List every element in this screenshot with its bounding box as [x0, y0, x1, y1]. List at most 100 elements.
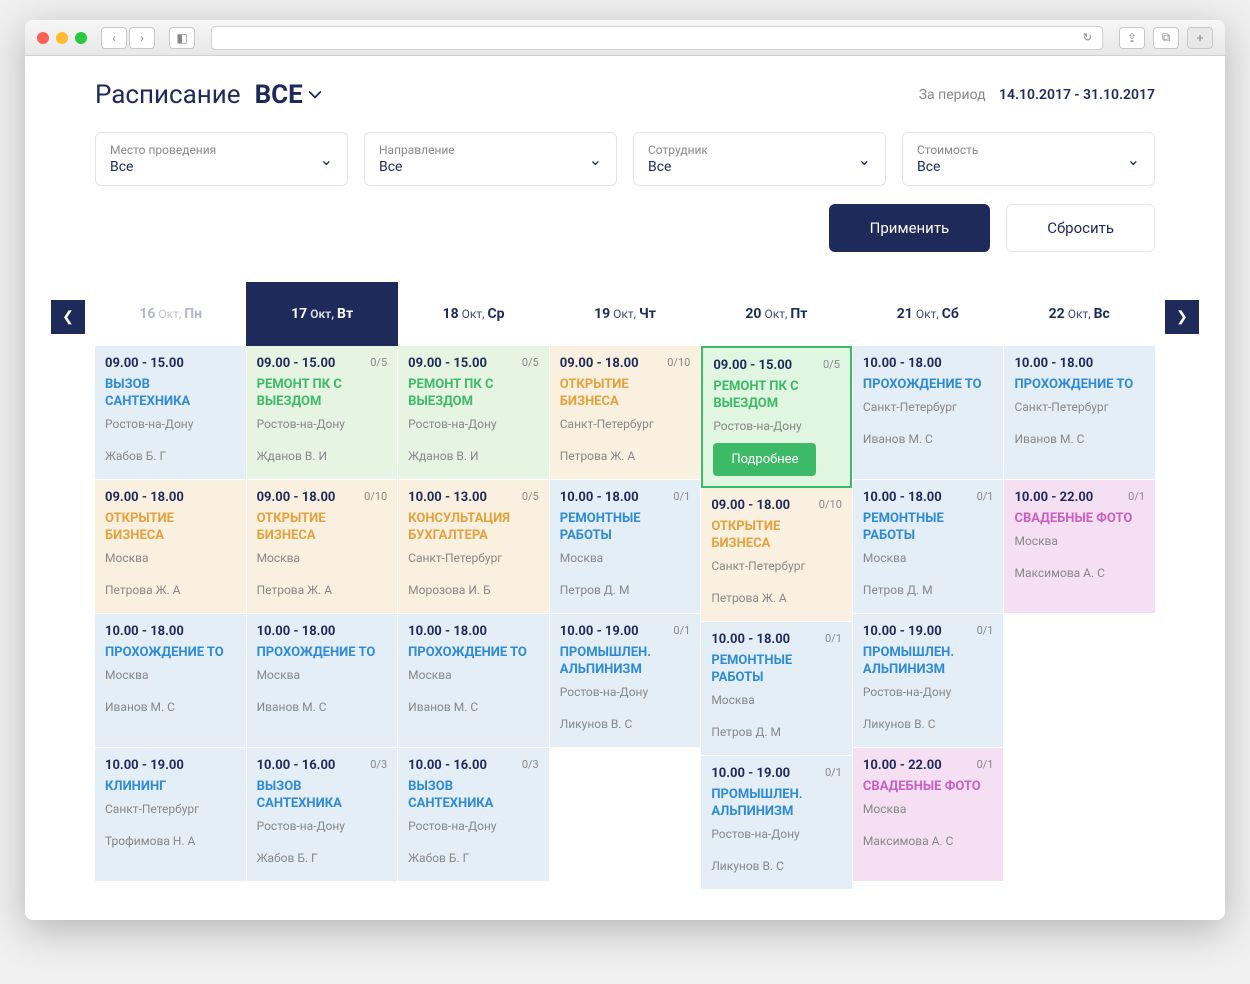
forward-button[interactable]: ›	[129, 27, 155, 49]
card-person: Жабов Б. Г	[408, 851, 539, 865]
card-time: 10.00 - 18.00	[863, 356, 994, 371]
event-card[interactable]: 10.00 - 22.00 0/1 СВАДЕБНЫЕ ФОТО Москва …	[853, 748, 1004, 882]
card-person: Трофимова Н. А	[105, 834, 236, 848]
filter-2[interactable]: Сотрудник Все ⌄	[633, 132, 886, 186]
back-button[interactable]: ‹	[101, 27, 127, 49]
card-city: Ростов-на-Дону	[257, 819, 388, 833]
card-title: КЛИНИНГ	[105, 779, 236, 796]
chevron-down-icon: ⌄	[858, 150, 871, 169]
card-time: 09.00 - 15.00	[713, 358, 840, 373]
event-card[interactable]: 10.00 - 18.00 0/1 РЕМОНТНЫЕ РАБОТЫ Москв…	[550, 480, 701, 614]
event-card[interactable]: 09.00 - 18.00 0/10 ОТКРЫТИЕ БИЗНЕСА Моск…	[247, 480, 398, 614]
card-city: Москва	[257, 668, 388, 682]
day-column: 10.00 - 18.00 ПРОХОЖДЕНИЕ ТО Санкт-Петер…	[852, 346, 1004, 890]
event-card[interactable]: 09.00 - 18.00 0/10 ОТКРЫТИЕ БИЗНЕСА Санк…	[701, 488, 852, 622]
day-header[interactable]: 19Окт,Чт	[549, 282, 700, 346]
url-bar[interactable]: ↻	[211, 26, 1103, 50]
event-card[interactable]: 10.00 - 18.00 0/1 РЕМОНТНЫЕ РАБОТЫ Москв…	[701, 622, 852, 756]
event-card[interactable]: 10.00 - 22.00 0/1 СВАДЕБНЫЕ ФОТО Москва …	[1004, 480, 1155, 614]
card-time: 09.00 - 15.00	[257, 356, 388, 371]
event-card[interactable]: 10.00 - 16.00 0/3 ВЫЗОВ САНТЕХНИКА Росто…	[398, 748, 549, 882]
card-person: Ликунов В. С	[711, 859, 842, 873]
next-week-button[interactable]: ❯	[1165, 300, 1199, 334]
scope-dropdown[interactable]: ВСЕ	[255, 80, 321, 110]
card-time: 10.00 - 18.00	[1014, 356, 1145, 371]
card-person: Петров Д. М	[560, 583, 691, 597]
titlebar: ‹ › ◧ ↻ ⇪ ⧉ +	[25, 20, 1225, 56]
minimize-icon[interactable]	[56, 32, 68, 44]
day-number: 22	[1049, 306, 1065, 322]
card-person: Максимова А. С	[863, 834, 994, 848]
period-range: За период 14.10.2017 - 31.10.2017	[919, 87, 1155, 103]
event-card[interactable]: 09.00 - 15.00 0/5 РЕМОНТ ПК С ВЫЕЗДОМ Ро…	[247, 346, 398, 480]
card-title: СВАДЕБНЫЕ ФОТО	[1014, 511, 1145, 528]
tabs-button[interactable]: ⧉	[1153, 27, 1179, 49]
sidebar-toggle[interactable]: ◧	[169, 27, 195, 49]
card-person: Иванов М. С	[1014, 432, 1145, 446]
card-time: 10.00 - 18.00	[863, 490, 994, 505]
maximize-icon[interactable]	[75, 32, 87, 44]
event-card[interactable]: 09.00 - 15.00 0/5 РЕМОНТ ПК С ВЫЕЗДОМ Ро…	[398, 346, 549, 480]
card-count: 0/5	[370, 356, 387, 369]
day-header[interactable]: 20Окт,Пт	[701, 282, 852, 346]
new-tab-button[interactable]: +	[1187, 27, 1213, 49]
traffic-lights	[37, 32, 87, 44]
card-title: ОТКРЫТИЕ БИЗНЕСА	[560, 377, 691, 411]
card-count: 0/1	[673, 624, 690, 637]
period-label: За период	[919, 87, 986, 103]
event-card[interactable]: 10.00 - 18.00 ПРОХОЖДЕНИЕ ТО Москва Иван…	[247, 614, 398, 748]
filter-1[interactable]: Направление Все ⌄	[364, 132, 617, 186]
event-card[interactable]: 10.00 - 19.00 КЛИНИНГ Санкт-Петербург Тр…	[95, 748, 246, 882]
day-header[interactable]: 17Окт,Вт	[246, 282, 397, 346]
day-header[interactable]: 21Окт,Сб	[852, 282, 1003, 346]
card-count: 0/3	[370, 758, 387, 771]
event-card[interactable]: 10.00 - 18.00 0/1 РЕМОНТНЫЕ РАБОТЫ Москв…	[853, 480, 1004, 614]
card-city: Москва	[863, 802, 994, 816]
event-card[interactable]: 10.00 - 18.00 ПРОХОЖДЕНИЕ ТО Москва Иван…	[398, 614, 549, 748]
card-count: 0/10	[364, 490, 387, 503]
day-weekday: Чт	[639, 306, 656, 322]
card-person: Иванов М. С	[257, 700, 388, 714]
event-card[interactable]: 10.00 - 16.00 0/3 ВЫЗОВ САНТЕХНИКА Росто…	[247, 748, 398, 882]
card-person: Петрова Ж. А	[560, 449, 691, 463]
filter-3[interactable]: Стоимость Все ⌄	[902, 132, 1155, 186]
page-title: Расписание	[95, 80, 241, 110]
event-card[interactable]: 09.00 - 18.00 ОТКРЫТИЕ БИЗНЕСА Москва Пе…	[95, 480, 246, 614]
card-title: РЕМОНТНЫЕ РАБОТЫ	[863, 511, 994, 545]
day-header[interactable]: 18Окт,Ср	[398, 282, 549, 346]
event-card[interactable]: 09.00 - 18.00 0/10 ОТКРЫТИЕ БИЗНЕСА Санк…	[550, 346, 701, 480]
event-card[interactable]: 10.00 - 19.00 0/1 ПРОМЫШЛЕН. АЛЬПИНИЗМ Р…	[853, 614, 1004, 748]
day-month: Окт,	[1068, 307, 1091, 321]
card-title: ВЫЗОВ САНТЕХНИКА	[408, 779, 539, 813]
event-card[interactable]: 09.00 - 15.00 0/5 РЕМОНТ ПК С ВЫЕЗДОМ Ро…	[701, 346, 852, 488]
event-card[interactable]: 10.00 - 18.00 ПРОХОЖДЕНИЕ ТО Санкт-Петер…	[1004, 346, 1155, 480]
card-count: 0/10	[819, 498, 842, 511]
details-button[interactable]: Подробнее	[713, 443, 816, 476]
close-icon[interactable]	[37, 32, 49, 44]
reset-button[interactable]: Сбросить	[1006, 204, 1155, 252]
event-card[interactable]: 10.00 - 13.00 0/5 КОНСУЛЬТАЦИЯ БУХГАЛТЕР…	[398, 480, 549, 614]
card-time: 10.00 - 19.00	[711, 766, 842, 781]
card-time: 10.00 - 16.00	[408, 758, 539, 773]
card-person: Ликунов В. С	[863, 717, 994, 731]
event-card[interactable]: 10.00 - 19.00 0/1 ПРОМЫШЛЕН. АЛЬПИНИЗМ Р…	[550, 614, 701, 748]
card-title: ПРОМЫШЛЕН. АЛЬПИНИЗМ	[560, 645, 691, 679]
day-header[interactable]: 16Окт,Пн	[95, 282, 246, 346]
card-time: 10.00 - 13.00	[408, 490, 539, 505]
calendar-grid: 09.00 - 15.00 ВЫЗОВ САНТЕХНИКА Ростов-на…	[95, 346, 1155, 890]
day-header[interactable]: 22Окт,Вс	[1004, 282, 1155, 346]
filter-0[interactable]: Место проведения Все ⌄	[95, 132, 348, 186]
share-button[interactable]: ⇪	[1119, 27, 1145, 49]
card-title: ВЫЗОВ САНТЕХНИКА	[257, 779, 388, 813]
prev-week-button[interactable]: ❮	[51, 300, 85, 334]
event-card[interactable]: 10.00 - 18.00 ПРОХОЖДЕНИЕ ТО Санкт-Петер…	[853, 346, 1004, 480]
event-card[interactable]: 10.00 - 18.00 ПРОХОЖДЕНИЕ ТО Москва Иван…	[95, 614, 246, 748]
event-card[interactable]: 10.00 - 19.00 0/1 ПРОМЫШЛЕН. АЛЬПИНИЗМ Р…	[701, 756, 852, 890]
card-person: Ликунов В. С	[560, 717, 691, 731]
event-card[interactable]: 09.00 - 15.00 ВЫЗОВ САНТЕХНИКА Ростов-на…	[95, 346, 246, 480]
filter-label: Место проведения	[110, 143, 216, 157]
card-city: Ростов-на-Дону	[560, 685, 691, 699]
apply-button[interactable]: Применить	[829, 204, 991, 252]
card-title: ПРОХОЖДЕНИЕ ТО	[105, 645, 236, 662]
day-month: Окт,	[916, 307, 939, 321]
